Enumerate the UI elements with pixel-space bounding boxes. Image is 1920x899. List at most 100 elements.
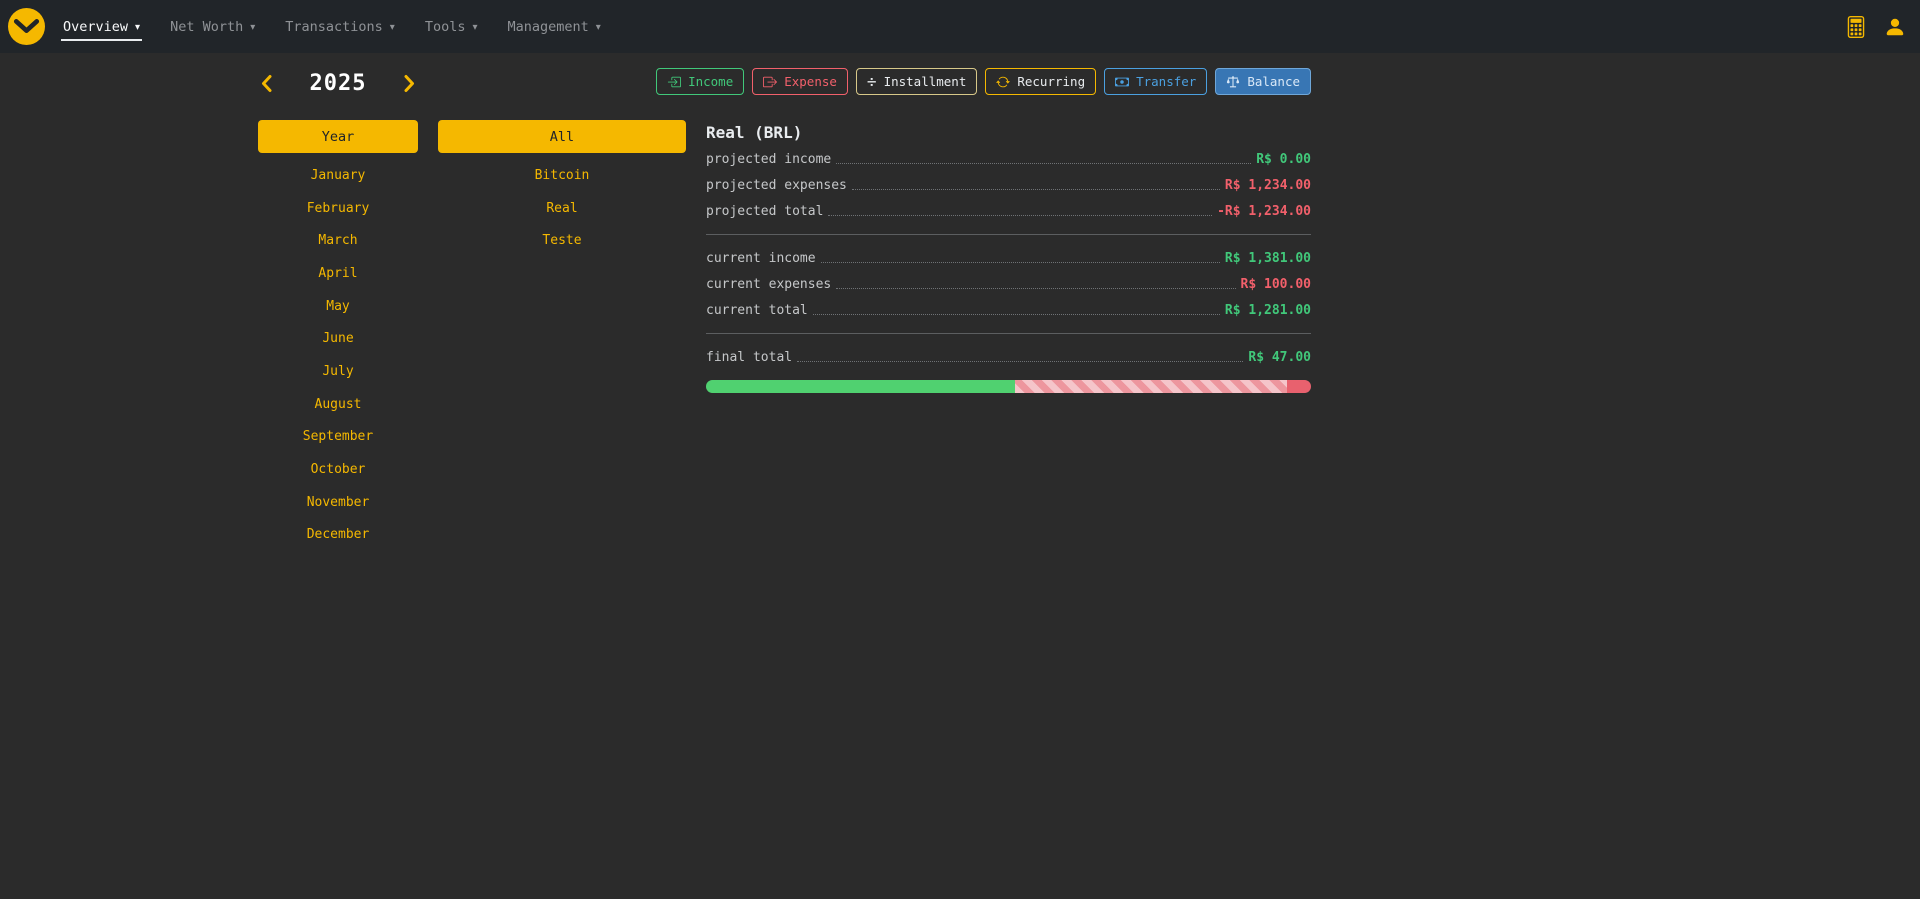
chevron-down-icon: ▾ [472,22,477,33]
period-selector-column: 2025 Year January February March April M… [258,68,418,551]
main-content: 2025 Year January February March April M… [0,53,1920,551]
month-item-december[interactable]: December [258,519,418,552]
nav-item-overview[interactable]: Overview ▾ [61,13,142,41]
row-label: current income [706,251,816,266]
summary-row-current-total: current total R$ 1,281.00 [706,297,1311,323]
wallet-item-real[interactable]: Real [438,192,686,225]
row-label: current expenses [706,277,831,292]
wallet-item-teste[interactable]: Teste [438,224,686,257]
summary-row-final-total: final total R$ 47.00 [706,344,1311,370]
dotted-leader [797,361,1243,362]
month-item-may[interactable]: May [258,290,418,323]
month-item-october[interactable]: October [258,453,418,486]
year-view-button[interactable]: Year [258,120,418,153]
nav-item-label: Overview [63,19,128,35]
chevron-down-icon: ▾ [596,22,601,33]
month-item-march[interactable]: March [258,224,418,257]
nav-item-label: Tools [425,19,466,35]
user-icon[interactable] [1884,16,1906,38]
section-divider [706,333,1311,334]
box-arrow-in-right-icon [667,75,681,89]
nav-item-net-worth[interactable]: Net Worth ▾ [168,13,257,41]
cash-transfer-icon [1115,75,1129,89]
nav-item-transactions[interactable]: Transactions ▾ [283,13,397,41]
dotted-leader [836,163,1251,164]
arrow-repeat-icon [996,75,1010,89]
dotted-leader [836,288,1235,289]
summary-row-current-income: current income R$ 1,381.00 [706,245,1311,271]
nav-item-label: Transactions [285,19,383,35]
month-item-november[interactable]: November [258,486,418,519]
balance-scale-icon [1226,75,1240,89]
income-expense-progress-bar [706,380,1311,393]
recurring-filter-button[interactable]: Recurring [985,68,1096,95]
year-navigator: 2025 [258,68,418,98]
box-arrow-right-icon [763,75,777,89]
summary-row-projected-total: projected total -R$ 1,234.00 [706,198,1311,224]
currency-section-title: Real (BRL) [706,123,1311,142]
row-label: projected expenses [706,178,847,193]
all-wallets-button[interactable]: All [438,120,686,153]
section-divider [706,234,1311,235]
nav-item-tools[interactable]: Tools ▾ [423,13,480,41]
month-item-january[interactable]: January [258,159,418,192]
month-item-july[interactable]: July [258,355,418,388]
spacer [438,68,686,120]
filter-label: Income [688,74,733,89]
month-item-september[interactable]: September [258,421,418,454]
current-year-label: 2025 [310,71,367,96]
chevron-down-icon: ▾ [250,22,255,33]
wallet-selector-column: All Bitcoin Real Teste [438,68,686,257]
divide-icon: ÷ [867,75,877,89]
filter-label: Installment [884,74,967,89]
row-value: R$ 0.00 [1256,152,1311,167]
dotted-leader [852,189,1220,190]
month-item-february[interactable]: February [258,192,418,225]
chevron-down-icon: ▾ [135,22,140,33]
summary-row-projected-income: projected income R$ 0.00 [706,146,1311,172]
income-filter-button[interactable]: Income [656,68,744,95]
wallet-item-bitcoin[interactable]: Bitcoin [438,159,686,192]
next-year-button[interactable] [402,73,418,93]
chevron-down-icon: ▾ [390,22,395,33]
previous-year-button[interactable] [258,73,274,93]
expense-filter-button[interactable]: Expense [752,68,848,95]
row-value: R$ 47.00 [1248,350,1311,365]
filter-label: Recurring [1017,74,1085,89]
dotted-leader [821,262,1220,263]
dotted-leader [813,314,1220,315]
filter-label: Transfer [1136,74,1196,89]
wallets-list: Bitcoin Real Teste [438,159,686,257]
transfer-filter-button[interactable]: Transfer [1104,68,1207,95]
app-logo-icon[interactable] [8,8,45,45]
top-navbar: Overview ▾ Net Worth ▾ Transactions ▾ To… [0,0,1920,53]
summary-row-projected-expenses: projected expenses R$ 1,234.00 [706,172,1311,198]
row-label: projected income [706,152,831,167]
row-value: R$ 100.00 [1241,277,1311,292]
transaction-type-filters: Income Expense ÷ Installment [706,68,1311,95]
month-item-june[interactable]: June [258,322,418,355]
row-value: -R$ 1,234.00 [1217,204,1311,219]
nav-item-label: Management [508,19,589,35]
nav-menu: Overview ▾ Net Worth ▾ Transactions ▾ To… [61,0,603,53]
progress-segment-income [706,380,1015,393]
nav-item-label: Net Worth [170,19,243,35]
progress-segment-expense-striped [1015,380,1287,393]
row-value: R$ 1,234.00 [1225,178,1311,193]
balance-filter-button[interactable]: Balance [1215,68,1311,95]
navbar-right-actions [1845,16,1906,38]
summary-rows: projected income R$ 0.00 projected expen… [706,146,1311,393]
row-value: R$ 1,381.00 [1225,251,1311,266]
filter-label: Balance [1247,74,1300,89]
month-item-april[interactable]: April [258,257,418,290]
row-value: R$ 1,281.00 [1225,303,1311,318]
nav-item-management[interactable]: Management ▾ [506,13,603,41]
row-label: final total [706,350,792,365]
row-label: projected total [706,204,823,219]
progress-segment-expense-solid [1287,380,1311,393]
installment-filter-button[interactable]: ÷ Installment [856,68,977,95]
summary-row-current-expenses: current expenses R$ 100.00 [706,271,1311,297]
filter-label: Expense [784,74,837,89]
month-item-august[interactable]: August [258,388,418,421]
calculator-icon[interactable] [1845,16,1867,38]
